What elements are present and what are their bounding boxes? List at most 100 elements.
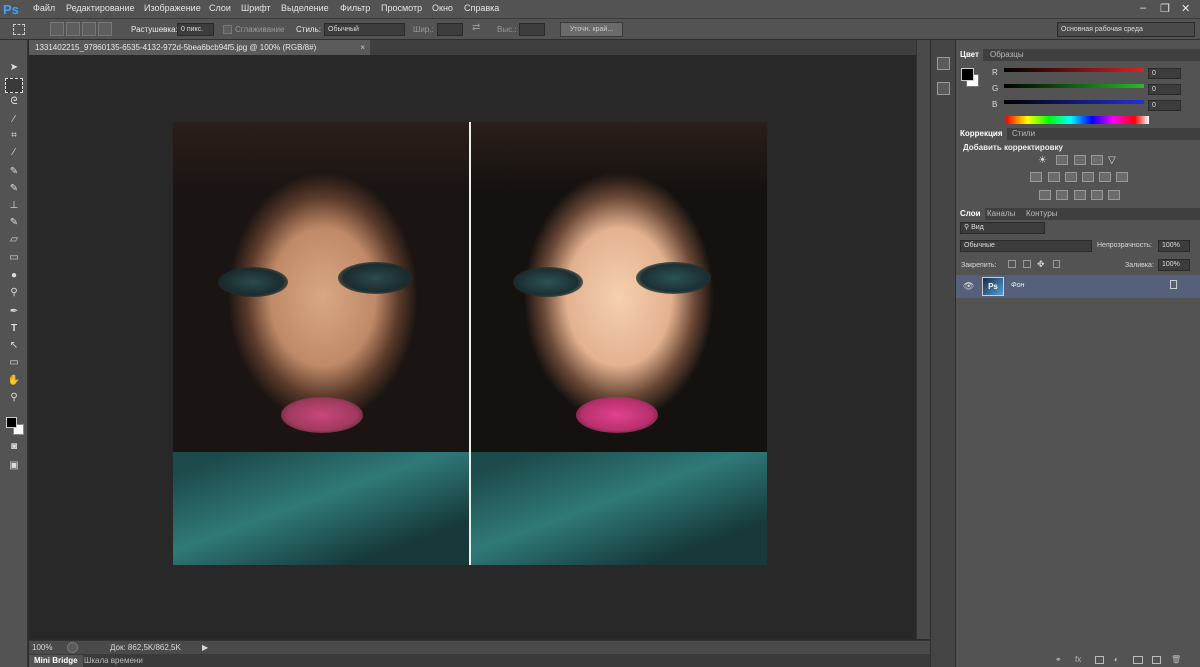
move-tool-icon[interactable]: ➤ bbox=[5, 60, 23, 75]
color-balance-icon[interactable] bbox=[1048, 172, 1060, 182]
eraser-tool-icon[interactable]: ▱ bbox=[5, 232, 23, 247]
quick-select-tool-icon[interactable]: ⁄ bbox=[5, 112, 23, 127]
red-value[interactable]: 0 bbox=[1148, 68, 1181, 79]
menu-view[interactable]: Просмотр bbox=[381, 3, 422, 13]
lock-transparent-icon[interactable] bbox=[1008, 260, 1016, 268]
swap-icon[interactable]: ⇄ bbox=[472, 22, 480, 33]
opacity-input[interactable]: 100% bbox=[1158, 240, 1190, 252]
add-selection-icon[interactable] bbox=[66, 22, 80, 36]
new-selection-icon[interactable] bbox=[50, 22, 64, 36]
history-brush-icon[interactable]: ✎ bbox=[5, 215, 23, 230]
close-document-icon[interactable]: × bbox=[360, 40, 365, 55]
zoom-tool-icon[interactable]: ⚲ bbox=[5, 390, 23, 405]
photo-filter-icon[interactable] bbox=[1082, 172, 1094, 182]
menu-filter[interactable]: Фильтр bbox=[340, 3, 370, 13]
menu-file[interactable]: Файл bbox=[33, 3, 55, 13]
restore-icon[interactable]: ❐ bbox=[1160, 2, 1170, 15]
style-select[interactable]: Обычный bbox=[324, 23, 405, 36]
eyedropper-tool-icon[interactable]: ⁄ bbox=[5, 145, 23, 160]
dodge-tool-icon[interactable]: ⚲ bbox=[5, 285, 23, 300]
lock-position-icon[interactable]: ✥ bbox=[1037, 259, 1045, 270]
threshold-icon[interactable] bbox=[1074, 190, 1086, 200]
marquee-preset-icon[interactable] bbox=[13, 24, 25, 35]
blue-value[interactable]: 0 bbox=[1148, 100, 1181, 111]
lock-pixels-icon[interactable] bbox=[1023, 260, 1031, 268]
history-panel-icon[interactable] bbox=[937, 57, 950, 70]
black-white-icon[interactable] bbox=[1065, 172, 1077, 182]
foreground-swatch[interactable] bbox=[961, 68, 974, 81]
menu-help[interactable]: Справка bbox=[464, 3, 499, 13]
feather-input[interactable]: 0 пикс. bbox=[177, 23, 214, 36]
fill-input[interactable]: 100% bbox=[1158, 259, 1190, 271]
lasso-tool-icon[interactable]: ᘓ bbox=[5, 94, 23, 109]
menu-type[interactable]: Шрифт bbox=[241, 3, 271, 13]
layer-filter-select[interactable]: ⚲ Вид bbox=[960, 222, 1045, 234]
tab-adjustments[interactable]: Коррекция bbox=[956, 128, 1007, 140]
link-layers-icon[interactable]: ⚭ bbox=[1055, 655, 1062, 664]
type-tool-icon[interactable]: T bbox=[5, 321, 23, 336]
close-icon[interactable]: ✕ bbox=[1181, 2, 1190, 15]
tab-styles[interactable]: Стили bbox=[1008, 128, 1039, 140]
channel-mixer-icon[interactable] bbox=[1099, 172, 1111, 182]
brush-tool-icon[interactable]: ✎ bbox=[5, 181, 23, 196]
document-tab[interactable]: 1331402215_97860135-6535-4132-972d-5bea6… bbox=[29, 40, 370, 55]
tab-color[interactable]: Цвет bbox=[956, 49, 983, 61]
blend-mode-select[interactable]: Обычные bbox=[960, 240, 1092, 252]
curves-icon[interactable] bbox=[1074, 155, 1086, 165]
levels-icon[interactable] bbox=[1056, 155, 1068, 165]
blur-tool-icon[interactable]: ● bbox=[5, 268, 23, 283]
path-select-icon[interactable]: ↖ bbox=[5, 338, 23, 353]
green-slider[interactable] bbox=[1004, 84, 1144, 88]
shape-tool-icon[interactable]: ▭ bbox=[5, 355, 23, 370]
lock-all-icon[interactable] bbox=[1053, 260, 1060, 268]
clone-stamp-icon[interactable]: ⊥ bbox=[5, 198, 23, 213]
intersect-selection-icon[interactable] bbox=[98, 22, 112, 36]
status-arrow-icon[interactable]: ▶ bbox=[202, 643, 208, 652]
exposure-icon[interactable] bbox=[1091, 155, 1103, 165]
hand-tool-icon[interactable]: ✋ bbox=[5, 373, 23, 388]
status-info-icon[interactable] bbox=[67, 642, 78, 653]
screen-mode-icon[interactable]: ▣ bbox=[5, 458, 23, 473]
tab-layers[interactable]: Слои bbox=[956, 208, 985, 220]
vibrance-icon[interactable]: ▽ bbox=[1108, 155, 1120, 166]
tab-channels[interactable]: Каналы bbox=[983, 208, 1019, 220]
green-value[interactable]: 0 bbox=[1148, 84, 1181, 95]
color-spectrum-bar[interactable] bbox=[1006, 116, 1149, 124]
width-input[interactable] bbox=[437, 23, 463, 36]
invert-icon[interactable] bbox=[1039, 190, 1051, 200]
gradient-map-icon[interactable] bbox=[1108, 190, 1120, 200]
new-layer-icon[interactable] bbox=[1152, 656, 1161, 664]
blue-slider[interactable] bbox=[1004, 100, 1144, 104]
layer-row-background[interactable]: 👁 Ps Фон bbox=[956, 275, 1200, 298]
posterize-icon[interactable] bbox=[1056, 190, 1068, 200]
menu-image[interactable]: Изображение bbox=[144, 3, 201, 13]
eye-visibility-icon[interactable]: 👁 bbox=[963, 281, 974, 292]
menu-edit[interactable]: Редактирование bbox=[66, 3, 135, 13]
crop-tool-icon[interactable]: ⌗ bbox=[5, 128, 23, 143]
new-adjustment-icon[interactable]: ◐ bbox=[1114, 655, 1119, 664]
menu-layers[interactable]: Слои bbox=[209, 3, 231, 13]
new-group-icon[interactable] bbox=[1133, 656, 1143, 664]
brightness-icon[interactable]: ☀ bbox=[1038, 155, 1050, 166]
healing-brush-icon[interactable]: ✎ bbox=[5, 164, 23, 179]
minimize-icon[interactable]: – bbox=[1140, 2, 1146, 14]
vertical-scrollbar[interactable] bbox=[916, 40, 930, 639]
add-mask-icon[interactable] bbox=[1095, 656, 1104, 664]
refine-edge-button[interactable]: Уточн. край... bbox=[560, 22, 623, 37]
menu-window[interactable]: Окно bbox=[432, 3, 453, 13]
red-slider[interactable] bbox=[1004, 68, 1144, 72]
antialias-checkbox[interactable] bbox=[223, 25, 232, 34]
selective-color-icon[interactable] bbox=[1091, 190, 1103, 200]
hue-saturation-icon[interactable] bbox=[1030, 172, 1042, 182]
tab-timeline[interactable]: Шкала времени bbox=[79, 655, 148, 667]
tab-paths[interactable]: Контуры bbox=[1022, 208, 1061, 220]
height-input[interactable] bbox=[519, 23, 545, 36]
foreground-color-swatch[interactable] bbox=[6, 417, 17, 428]
zoom-level[interactable]: 100% bbox=[32, 643, 52, 652]
subtract-selection-icon[interactable] bbox=[82, 22, 96, 36]
gradient-tool-icon[interactable]: ▭ bbox=[5, 250, 23, 265]
properties-panel-icon[interactable] bbox=[937, 82, 950, 95]
delete-layer-icon[interactable]: 🗑 bbox=[1171, 655, 1181, 664]
quick-mask-icon[interactable]: ◙ bbox=[5, 439, 23, 454]
tab-mini-bridge[interactable]: Mini Bridge bbox=[29, 655, 83, 667]
